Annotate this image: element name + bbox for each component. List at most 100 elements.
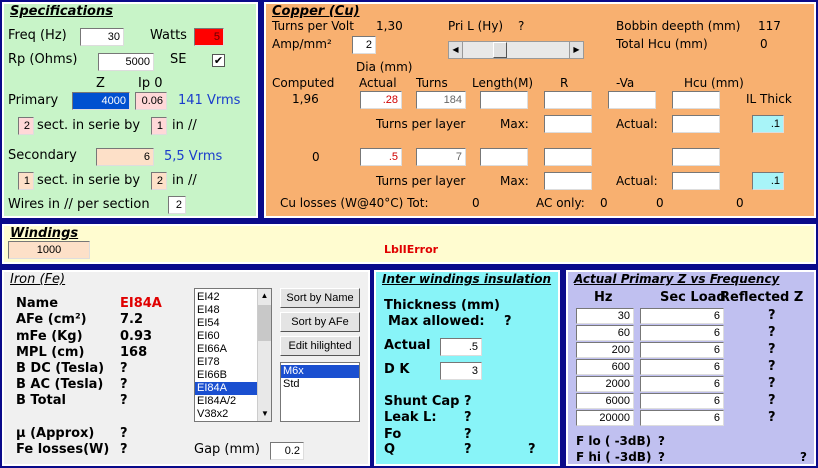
thcu-value: 0 [760, 37, 768, 51]
scroll-thumb[interactable] [258, 305, 271, 341]
core-list-item[interactable]: EI84A/2 [195, 395, 257, 408]
sec-load-input[interactable]: 6 [640, 376, 724, 392]
dk-input[interactable]: 3 [440, 362, 482, 380]
watts-input[interactable]: 5 [194, 28, 224, 46]
primary-il-input[interactable]: .1 [752, 115, 784, 133]
core-list-item[interactable]: EI66B [195, 369, 257, 382]
aconly-value-2: 0 [656, 196, 664, 210]
bobbin-value: 117 [758, 19, 781, 33]
hz-input[interactable]: 20000 [576, 410, 634, 426]
slider-thumb[interactable] [493, 42, 507, 58]
hz-input[interactable]: 200 [576, 342, 634, 358]
material-list-item[interactable]: Std [281, 378, 359, 391]
primary-turns-input[interactable]: 184 [416, 91, 466, 109]
mu-value: ? [120, 426, 128, 441]
secondary-hcu-input[interactable] [672, 148, 720, 166]
core-scrollbar[interactable]: ▲ ▼ [257, 289, 271, 421]
primary-actual2-input[interactable] [672, 115, 720, 133]
mu-label: µ (Approx) [16, 426, 95, 441]
hz-input[interactable]: 600 [576, 359, 634, 375]
sort-by-name-button[interactable]: Sort by Name [280, 288, 360, 308]
secondary-parallel-input[interactable]: 2 [151, 172, 167, 190]
secondary-length-input[interactable] [480, 148, 528, 166]
flo-label: F lo ( -3dB) [576, 434, 652, 448]
core-listbox[interactable]: EI42 EI48 EI54 EI60 EI66A EI78 EI66B EI84A EI84A… [194, 288, 272, 422]
windings-input[interactable]: 1000 [8, 241, 90, 259]
core-list-item[interactable]: EI42 [195, 291, 257, 304]
fo-label: Fo [384, 427, 402, 442]
gap-input[interactable]: 0.2 [270, 442, 304, 460]
core-list-item[interactable]: V38x2 [195, 408, 257, 421]
fhi-value: ? [658, 450, 665, 464]
sec-load-input[interactable]: 6 [640, 393, 724, 409]
secondary-sections-input[interactable]: 1 [18, 172, 34, 190]
primary-ip0-input[interactable]: 0.06 [135, 92, 167, 110]
primary-z-input[interactable]: 4000 [72, 92, 130, 110]
primary-hcu-input[interactable] [672, 91, 720, 109]
windings-panel: Windings 1000 LblIError [2, 224, 816, 264]
turns-header: Turns [416, 76, 448, 90]
scroll-down-arrow[interactable]: ▼ [258, 407, 271, 421]
core-list-item[interactable]: EI84A [195, 382, 257, 395]
primary-actual-input[interactable]: .28 [360, 91, 402, 109]
sec-load-input[interactable]: 6 [640, 359, 724, 375]
sec-load-input[interactable]: 6 [640, 325, 724, 341]
scroll-up-arrow[interactable]: ▲ [258, 289, 271, 303]
core-list-item[interactable]: EI60 [195, 330, 257, 343]
computed-header: Computed [272, 76, 335, 90]
pril-slider[interactable]: ◀ ▶ [448, 41, 584, 59]
dia-label: Dia (mm) [356, 60, 413, 74]
slider-right-arrow[interactable]: ▶ [569, 42, 583, 58]
r-header: R [560, 76, 569, 90]
material-list-item[interactable]: M6x [281, 365, 359, 378]
secondary-tpl-label: Turns per layer [376, 174, 466, 188]
primary-parallel-input[interactable]: 1 [151, 117, 167, 135]
core-list-item[interactable]: EI48 [195, 304, 257, 317]
reflected-z-value: ? [768, 325, 776, 340]
secondary-actual-input[interactable]: .5 [360, 148, 402, 166]
rp-input[interactable]: 5000 [98, 53, 154, 71]
primary-length-input[interactable] [480, 91, 528, 109]
secondary-max-input[interactable] [544, 172, 592, 190]
freq-input[interactable]: 30 [80, 28, 124, 46]
secondary-z-input[interactable]: 6 [96, 148, 154, 166]
sec-load-input[interactable]: 6 [640, 342, 724, 358]
hz-input[interactable]: 60 [576, 325, 634, 341]
secondary-il-input[interactable]: .1 [752, 172, 784, 190]
slider-left-arrow[interactable]: ◀ [449, 42, 463, 58]
material-listbox[interactable]: M6x Std [280, 362, 360, 422]
hz-input[interactable]: 6000 [576, 393, 634, 409]
core-list-item[interactable]: EI66A [195, 343, 257, 356]
length-header: Length(M) [472, 76, 534, 90]
secondary-max-label: Max: [500, 174, 529, 188]
wires-label: Wires in // per section [8, 197, 150, 212]
se-checkbox[interactable]: ✔ [212, 54, 225, 67]
insulation-actual-input[interactable]: .5 [440, 338, 482, 356]
wires-input[interactable]: 2 [168, 196, 186, 214]
sec-load-input[interactable]: 6 [640, 308, 724, 324]
secondary-turns-input[interactable]: 7 [416, 148, 466, 166]
hz-input[interactable]: 2000 [576, 376, 634, 392]
primary-va-input[interactable] [608, 91, 656, 109]
hz-input[interactable]: 30 [576, 308, 634, 324]
primary-r-input[interactable] [544, 91, 592, 109]
secondary-actual2-input[interactable] [672, 172, 720, 190]
primary-sect-text: sect. in serie by [37, 118, 141, 133]
secondary-in-text: in // [172, 173, 197, 188]
pril-value: ? [518, 19, 525, 33]
edit-hilighted-button[interactable]: Edit hilighted [280, 336, 360, 356]
primary-sections-input[interactable]: 2 [18, 117, 34, 135]
mpl-value: 168 [120, 345, 148, 360]
amp-input[interactable]: 2 [352, 36, 376, 54]
core-list-item[interactable]: EI78 [195, 356, 257, 369]
mpl-label: MPL (cm) [16, 345, 85, 360]
flo-value: ? [658, 434, 665, 448]
primary-max-input[interactable] [544, 115, 592, 133]
core-list-item[interactable]: EI54 [195, 317, 257, 330]
primary-in-text: in // [172, 118, 197, 133]
actual-label: Actual [384, 338, 431, 353]
secondary-r-input[interactable] [544, 148, 592, 166]
sort-by-afe-button[interactable]: Sort by AFe [280, 312, 360, 332]
windings-title: Windings [10, 226, 79, 241]
sec-load-input[interactable]: 6 [640, 410, 724, 426]
